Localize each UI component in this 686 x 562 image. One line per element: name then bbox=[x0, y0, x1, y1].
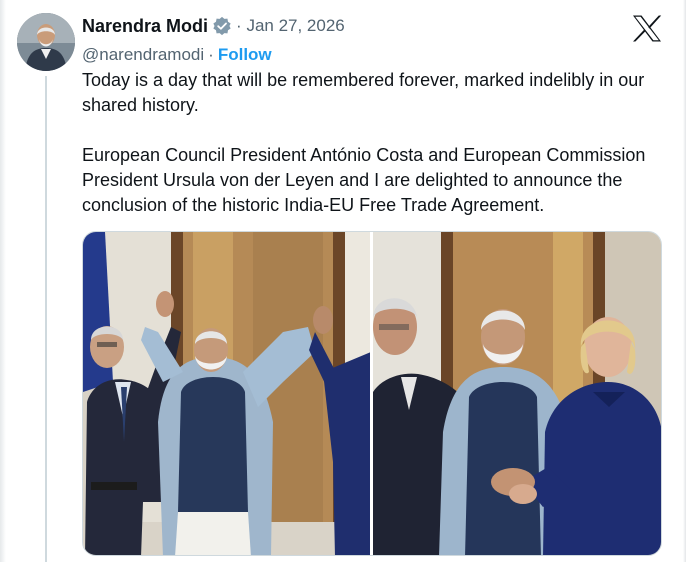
avatar[interactable] bbox=[17, 13, 75, 71]
handle-separator: · bbox=[208, 45, 214, 64]
post-subheader: @narendramodi · Follow bbox=[82, 44, 272, 66]
post-date[interactable]: · Jan 27, 2026 bbox=[236, 16, 345, 36]
media-grid bbox=[82, 231, 662, 556]
verified-badge-icon bbox=[212, 16, 232, 36]
photo-leaders-raised-hands[interactable] bbox=[83, 232, 370, 555]
author-handle[interactable]: @narendramodi bbox=[82, 45, 204, 65]
post-paragraph: European Council President António Costa… bbox=[82, 145, 646, 215]
thread-line bbox=[45, 76, 47, 562]
follow-button[interactable]: Follow bbox=[218, 45, 272, 65]
x-logo-icon[interactable] bbox=[632, 15, 662, 42]
date-separator: · bbox=[236, 16, 242, 35]
card-edge bbox=[0, 0, 6, 562]
post-paragraph: Today is a day that will be remembered f… bbox=[82, 70, 645, 115]
author-name[interactable]: Narendra Modi bbox=[82, 16, 208, 37]
photo-leaders-joined-hands[interactable] bbox=[373, 232, 661, 555]
post-text: Today is a day that will be remembered f… bbox=[82, 68, 672, 218]
date-text: Jan 27, 2026 bbox=[246, 16, 345, 35]
post-header: Narendra Modi · Jan 27, 2026 bbox=[82, 14, 345, 38]
post-card: Narendra Modi · Jan 27, 2026 @narendramo… bbox=[0, 0, 686, 562]
